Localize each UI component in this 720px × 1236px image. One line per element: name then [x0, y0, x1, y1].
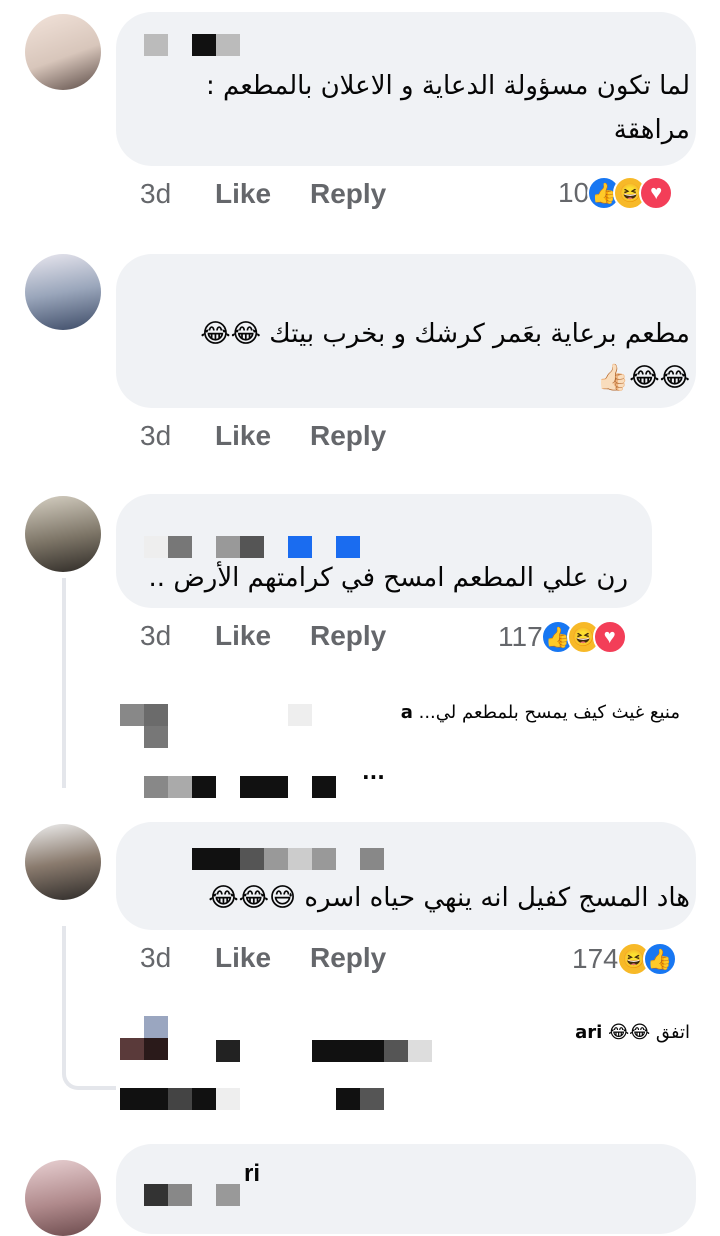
reply-thread-line: [62, 578, 66, 788]
reaction-summary[interactable]: 117 👍 😆 ♥: [498, 620, 627, 654]
comment-text: رن علي المطعم امسح في كرامتهم الأرض ..: [148, 563, 628, 593]
heart-icon: ♥: [639, 176, 674, 210]
comment-actions: 3d Like Reply: [140, 420, 386, 452]
reply-preview-text[interactable]: اتفق 😂😂 ari: [540, 1022, 690, 1043]
reaction-count: 10: [558, 177, 590, 208]
avatar[interactable]: [25, 254, 101, 330]
reply-ellipsis: ...: [362, 760, 385, 784]
like-button[interactable]: Like: [215, 942, 310, 974]
reaction-summary[interactable]: 174 😆 👍: [572, 942, 677, 976]
comment-text: هاد المسج كفيل انه ينهي حياه اسره 😅😂😂: [208, 883, 690, 913]
author-name-redacted[interactable]: [192, 848, 384, 870]
avatar[interactable]: [25, 496, 101, 572]
comment-actions: 3d Like Reply: [140, 178, 386, 210]
comment-timestamp[interactable]: 3d: [140, 420, 215, 452]
reply-author-redacted[interactable]: [120, 1088, 384, 1110]
like-button[interactable]: Like: [215, 178, 310, 210]
heart-icon: ♥: [592, 620, 627, 654]
like-button[interactable]: Like: [215, 420, 310, 452]
avatar[interactable]: [25, 1160, 101, 1236]
author-name-redacted[interactable]: [144, 1184, 240, 1206]
avatar[interactable]: [25, 14, 101, 90]
reply-button[interactable]: Reply: [310, 420, 386, 452]
comment-timestamp[interactable]: 3d: [140, 620, 215, 652]
reply-avatar-redacted[interactable]: [120, 704, 168, 750]
comment-actions: 3d Like Reply: [140, 620, 386, 652]
reply-preview-text[interactable]: منيع غيث كيف يمسح بلمطعم لي... a: [340, 702, 680, 723]
like-button[interactable]: Like: [215, 620, 310, 652]
comment-timestamp[interactable]: 3d: [140, 942, 215, 974]
comment-text: مطعم برعاية بعَمر كرشك و بخرب بيتك 😂😂 😂😂…: [200, 319, 690, 393]
thumbs-up-icon: 👍: [642, 942, 677, 976]
reaction-count: 174: [572, 943, 619, 974]
reply-thread-line: [62, 926, 116, 1090]
reply-author-redacted[interactable]: [216, 1040, 432, 1062]
comment-timestamp[interactable]: 3d: [140, 178, 215, 210]
avatar[interactable]: [25, 824, 101, 900]
comment-actions: 3d Like Reply: [140, 942, 386, 974]
reaction-summary[interactable]: 10 👍 😆 ♥: [558, 176, 674, 210]
author-name-redacted[interactable]: [144, 536, 360, 558]
author-name-fragment[interactable]: ri: [244, 1160, 260, 1188]
reply-avatar-redacted[interactable]: [120, 1016, 168, 1062]
reply-button[interactable]: Reply: [310, 942, 386, 974]
reply-button[interactable]: Reply: [310, 178, 386, 210]
reaction-count: 117: [498, 621, 543, 652]
comment-text: لما تكون مسؤولة الدعاية و الاعلان بالمطع…: [206, 71, 690, 145]
reply-author-redacted[interactable]: [144, 776, 336, 798]
author-name-redacted[interactable]: [144, 34, 240, 56]
reply-author-redacted[interactable]: [288, 704, 312, 726]
reply-button[interactable]: Reply: [310, 620, 386, 652]
